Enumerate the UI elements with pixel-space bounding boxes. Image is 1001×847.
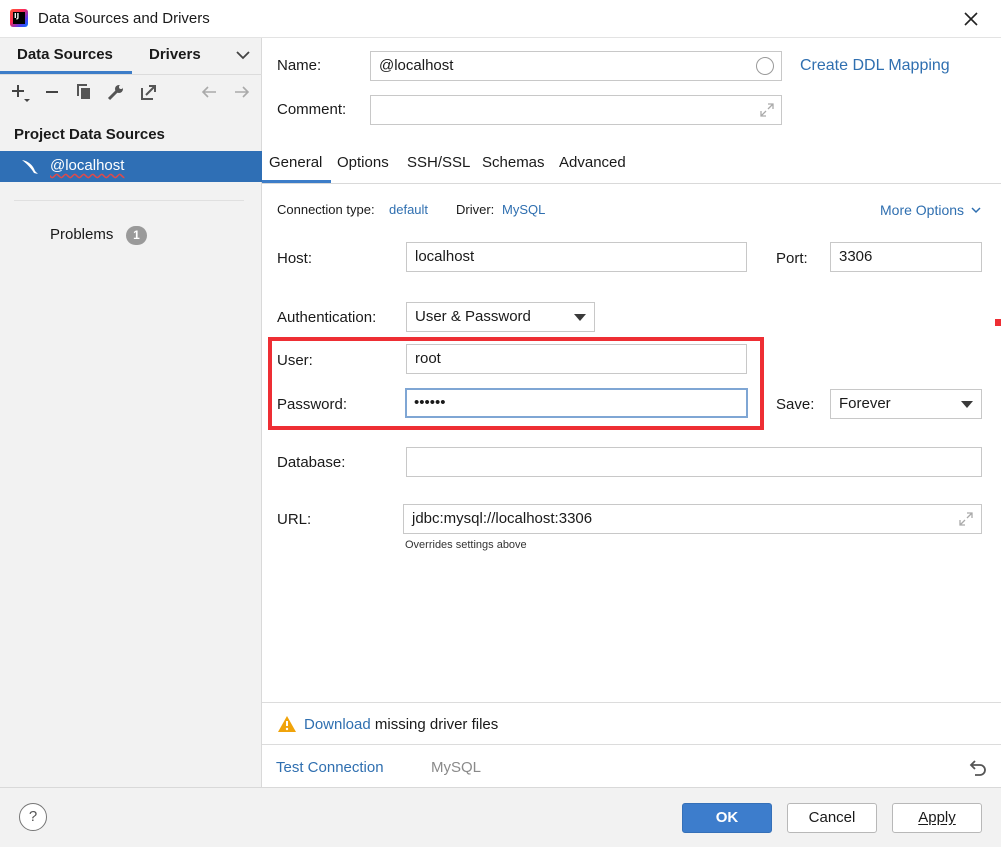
tab-advanced[interactable]: Advanced xyxy=(559,154,626,171)
intellij-app-icon: IJ xyxy=(10,9,28,27)
divider xyxy=(14,200,244,201)
window-title: Data Sources and Drivers xyxy=(38,10,210,27)
port-label: Port: xyxy=(776,250,808,267)
dropdown-arrow-icon xyxy=(574,314,586,321)
save-label: Save: xyxy=(776,396,815,413)
host-input[interactable]: localhost xyxy=(406,242,747,272)
connection-type-link[interactable]: default xyxy=(389,202,428,217)
annotation-mark xyxy=(995,319,1001,326)
authentication-label: Authentication: xyxy=(277,309,377,326)
expand-icon[interactable] xyxy=(758,101,776,123)
expand-icon[interactable] xyxy=(957,510,975,532)
warning-text: missing driver files xyxy=(370,716,499,733)
user-input[interactable]: root xyxy=(406,344,747,374)
save-value: Forever xyxy=(839,395,891,412)
driver-link[interactable]: MySQL xyxy=(502,202,545,217)
more-options-link[interactable]: More Options xyxy=(880,202,982,218)
dropdown-arrow-icon xyxy=(961,401,973,408)
url-hint: Overrides settings above xyxy=(405,539,527,551)
project-data-sources-title: Project Data Sources xyxy=(14,126,165,143)
download-link[interactable]: Download xyxy=(304,716,371,733)
data-source-label: @localhost xyxy=(50,157,125,174)
divider xyxy=(262,702,1001,703)
password-label: Password: xyxy=(277,396,348,413)
tab-ssh-ssl[interactable]: SSH/SSL xyxy=(407,154,470,171)
url-label: URL: xyxy=(277,511,312,528)
password-input[interactable]: •••••• xyxy=(405,388,748,418)
problems-label[interactable]: Problems xyxy=(50,226,113,243)
ok-button[interactable]: OK xyxy=(682,803,772,833)
close-icon[interactable] xyxy=(956,4,986,34)
comment-label: Comment: xyxy=(277,101,347,118)
user-label: User: xyxy=(277,352,313,369)
remove-icon[interactable] xyxy=(42,82,62,102)
add-icon[interactable] xyxy=(10,82,30,102)
database-input[interactable] xyxy=(406,447,982,477)
port-input[interactable]: 3306 xyxy=(830,242,982,272)
test-connection-link[interactable]: Test Connection xyxy=(276,759,384,776)
divider xyxy=(0,74,262,75)
help-button[interactable]: ? xyxy=(19,803,47,831)
tab-drivers[interactable]: Drivers xyxy=(149,46,201,63)
open-external-icon[interactable] xyxy=(139,82,159,102)
chevron-down-icon[interactable] xyxy=(235,48,251,66)
authentication-select[interactable]: User & Password xyxy=(406,302,595,332)
url-value: jdbc:mysql://localhost:3306 xyxy=(412,510,593,527)
create-ddl-mapping-link[interactable]: Create DDL Mapping xyxy=(800,57,950,75)
name-input[interactable]: @localhost xyxy=(370,51,782,81)
divider xyxy=(262,183,1001,184)
back-arrow-icon[interactable] xyxy=(199,82,219,102)
divider xyxy=(262,744,1001,745)
apply-button[interactable]: Apply xyxy=(892,803,982,833)
title-bar: IJ Data Sources and Drivers xyxy=(0,0,1001,38)
revert-icon[interactable] xyxy=(966,756,988,782)
driver-label: Driver: xyxy=(456,202,495,217)
tab-general[interactable]: General xyxy=(269,154,322,171)
tab-data-sources[interactable]: Data Sources xyxy=(17,46,113,63)
authentication-value: User & Password xyxy=(415,308,531,325)
wrench-icon[interactable] xyxy=(106,82,126,102)
problems-count-badge: 1 xyxy=(126,226,147,245)
tab-options[interactable]: Options xyxy=(337,154,389,171)
mysql-dolphin-icon xyxy=(20,157,40,181)
data-source-item-localhost[interactable]: @localhost xyxy=(0,151,262,182)
tab-schemas[interactable]: Schemas xyxy=(482,154,545,171)
name-value: @localhost xyxy=(379,57,454,74)
connection-type-label: Connection type: xyxy=(277,202,375,217)
save-select[interactable]: Forever xyxy=(830,389,982,419)
comment-input[interactable] xyxy=(370,95,782,125)
duplicate-icon[interactable] xyxy=(74,82,94,102)
database-label: Database: xyxy=(277,454,346,471)
more-options-label: More Options xyxy=(880,202,965,218)
test-driver-label: MySQL xyxy=(431,759,482,776)
forward-arrow-icon[interactable] xyxy=(232,82,252,102)
warning-icon xyxy=(277,715,297,737)
host-label: Host: xyxy=(277,250,313,267)
url-input[interactable]: jdbc:mysql://localhost:3306 xyxy=(403,504,982,534)
color-circle-icon[interactable] xyxy=(756,57,774,75)
sidebar: Data Sources Drivers Project Data Source… xyxy=(0,38,262,787)
cancel-button[interactable]: Cancel xyxy=(787,803,877,833)
warning-message: Download missing driver files xyxy=(304,716,498,733)
name-label: Name: xyxy=(277,57,322,74)
